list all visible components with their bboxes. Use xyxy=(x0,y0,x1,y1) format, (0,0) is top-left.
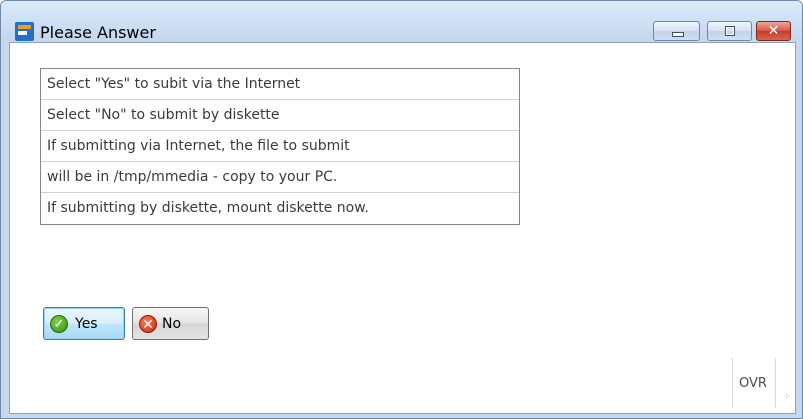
no-button-label: No xyxy=(162,316,182,332)
title-bar[interactable]: Please Answer ✕ xyxy=(1,1,802,42)
close-button[interactable]: ✕ xyxy=(756,21,791,41)
minimize-icon xyxy=(672,32,684,37)
maximize-icon xyxy=(725,26,735,36)
dialog-body: Select "Yes" to subit via the Internet S… xyxy=(9,42,796,414)
message-line: If submitting by diskette, mount diskett… xyxy=(47,200,369,216)
yes-button[interactable]: ✓ Yes xyxy=(43,307,125,340)
dialog-window: Please Answer ✕ Select "Yes" to subit vi… xyxy=(0,0,803,419)
message-line: Select "Yes" to subit via the Internet xyxy=(41,69,519,100)
status-divider xyxy=(732,358,733,408)
yes-button-label: Yes xyxy=(75,316,98,332)
app-logo-icon xyxy=(15,22,34,41)
close-icon: ✕ xyxy=(767,23,780,39)
overwrite-mode-indicator: OVR xyxy=(739,376,767,391)
check-icon: ✓ xyxy=(50,315,68,333)
message-line: will be in /tmp/mmedia - copy to your PC… xyxy=(41,162,519,193)
message-line: If submitting via Internet, the file to … xyxy=(41,131,519,162)
no-button[interactable]: ✕ No xyxy=(132,307,209,340)
status-divider xyxy=(775,358,776,408)
message-line: Select "No" to submit by diskette xyxy=(41,100,519,131)
minimize-button[interactable] xyxy=(653,21,700,41)
window-title: Please Answer xyxy=(40,23,156,42)
cross-icon: ✕ xyxy=(139,315,157,333)
maximize-button[interactable] xyxy=(707,21,752,41)
message-list: Select "Yes" to subit via the Internet S… xyxy=(40,68,520,225)
resize-grip-icon[interactable]: ⁘ xyxy=(783,393,793,403)
